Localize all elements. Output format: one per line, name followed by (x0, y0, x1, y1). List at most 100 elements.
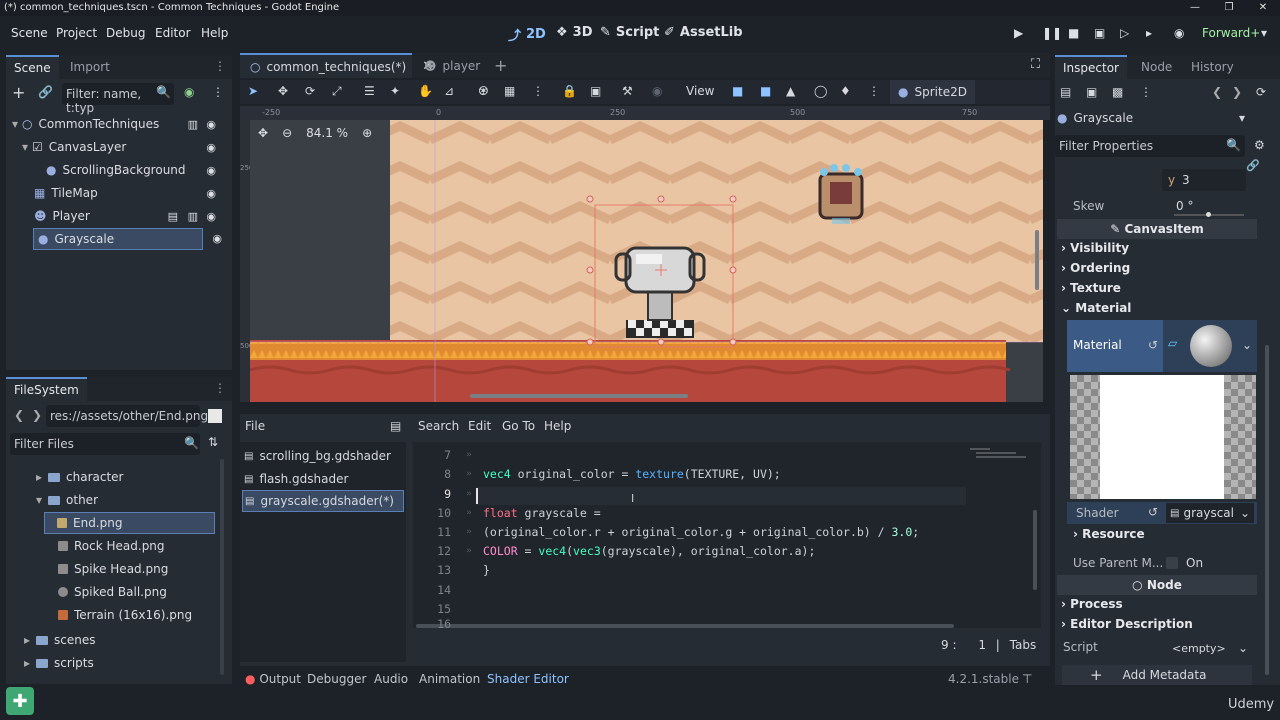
view-menu[interactable]: View (686, 84, 714, 98)
smart-snap-icon[interactable]: ♼ (478, 84, 489, 98)
scrollbar[interactable] (220, 459, 224, 675)
camera-override-icon[interactable]: ◉ (652, 84, 662, 98)
file-item-active[interactable]: ▤ grayscale.gdshader(*) (242, 490, 404, 512)
grid-snap-icon[interactable]: ▦ (504, 84, 515, 98)
filesystem-filter-input[interactable]: Filter Files (10, 433, 200, 455)
tree-node-scrollingbackground[interactable]: ● ScrollingBackground ◉ (46, 159, 226, 181)
pivot-mode-icon[interactable]: ✦ (390, 84, 400, 98)
tree-node-canvaslayer[interactable]: ▾ ☑ CanvasLayer ◉ (22, 136, 226, 158)
workspace-assetlib-button[interactable]: ✐ AssetLib (664, 25, 743, 40)
dock-menu-icon[interactable]: ⋮ (214, 381, 226, 395)
file-terrain-png[interactable]: Terrain (16x16).png (58, 604, 192, 626)
inspector-filter-input[interactable]: Filter Properties (1055, 135, 1245, 157)
menu-editor[interactable]: Editor (155, 26, 191, 40)
link-icon[interactable]: 🔗 (38, 85, 53, 99)
zoom-in-icon[interactable]: ⊕ (362, 126, 372, 140)
tab-import[interactable]: Import (62, 55, 118, 79)
workspace-3d-button[interactable]: ❖ 3D (556, 25, 593, 40)
fullscreen-icon[interactable]: ⛶ (1031, 57, 1040, 72)
script-attached-icon[interactable]: ▥ (188, 210, 198, 223)
minimize-icon[interactable]: — (1178, 0, 1212, 16)
y-field[interactable]: y 3 (1162, 169, 1246, 191)
scrollbar[interactable] (1033, 510, 1037, 590)
stop-icon[interactable]: ■ (1068, 26, 1079, 40)
zoom-level[interactable]: 84.1 % (306, 126, 348, 140)
menu-debug[interactable]: Debug (106, 26, 145, 40)
more-icon[interactable]: ⋮ (532, 84, 544, 98)
menu-help[interactable]: Help (201, 26, 228, 40)
reset-icon[interactable]: ↺ (1148, 338, 1158, 352)
tab-history[interactable]: History (1183, 55, 1242, 79)
more-icon[interactable]: ⋮ (868, 84, 880, 98)
path-field[interactable]: res://assets/other/End.png (46, 405, 208, 427)
section-texture[interactable]: › Texture (1061, 281, 1121, 295)
file-item[interactable]: ▤ flash.gdshader (244, 469, 348, 489)
section-resource[interactable]: › Resource (1073, 527, 1145, 541)
file-spike-head-png[interactable]: Spike Head.png (58, 558, 168, 580)
chevron-down-icon[interactable]: ▾ (1261, 26, 1267, 40)
pan-mode-icon[interactable]: ✋ (418, 84, 433, 98)
rotate-mode-icon[interactable]: ⟳ (305, 84, 315, 98)
folder-scripts[interactable]: ▸ scripts (24, 652, 94, 674)
close-icon[interactable]: ✕ (1246, 0, 1280, 16)
forward-icon[interactable]: ❯ (1232, 85, 1242, 99)
bone-icon[interactable]: ⚒ (622, 84, 633, 98)
filter-settings-icon[interactable]: ⚙ (1254, 138, 1265, 152)
scrollbar[interactable] (1265, 345, 1269, 675)
more-icon[interactable]: ⋮ (1140, 85, 1152, 99)
udemy-add-icon[interactable]: ✚ (6, 687, 34, 715)
visibility-eye-icon[interactable]: ◉ (206, 187, 216, 200)
select-mode-icon[interactable]: ➤ (248, 84, 258, 98)
shader-resource-picker[interactable]: ▤ grayscal ⌄ (1166, 503, 1254, 523)
play-scene-icon[interactable]: ▷ (1120, 26, 1129, 40)
link-icon[interactable]: 🔗 (1246, 159, 1260, 172)
play-icon[interactable]: ▶ (1014, 26, 1023, 40)
toggle-files-icon[interactable]: ▤ (390, 419, 401, 433)
tree-node-grayscale[interactable]: ● Grayscale (33, 228, 203, 250)
create-resource-icon[interactable]: ▤ (1060, 85, 1071, 99)
minimap[interactable] (968, 442, 1036, 470)
movie-maker-icon[interactable]: ◉ (1174, 26, 1184, 40)
insert-key-scale-icon[interactable]: ▲ (786, 84, 795, 98)
tab-audio[interactable]: Audio (374, 672, 408, 686)
visibility-eye-icon[interactable]: ◉ (206, 118, 216, 131)
menu-project[interactable]: Project (56, 26, 97, 40)
folder-scenes[interactable]: ▸ scenes (24, 629, 96, 651)
file-rock-head-png[interactable]: Rock Head.png (58, 535, 165, 557)
split-view-icon[interactable] (208, 409, 222, 423)
list-select-icon[interactable]: ☰ (364, 84, 375, 98)
menu-search[interactable]: Search (418, 419, 459, 433)
folder-other[interactable]: ▾ other (36, 489, 98, 511)
move-mode-icon[interactable]: ✥ (278, 84, 288, 98)
add-metadata-button[interactable]: + Add Metadata (1062, 665, 1252, 685)
open-scene-icon[interactable]: ▤ (168, 210, 178, 223)
file-menu[interactable]: File (245, 419, 265, 433)
visibility-eye-icon[interactable]: ◉ (206, 210, 216, 223)
insert-key-icon[interactable]: ♦ (840, 84, 851, 98)
menu-help[interactable]: Help (544, 419, 571, 433)
lock-icon[interactable]: 🔒 (562, 84, 577, 98)
forward-icon[interactable]: ❯ (32, 408, 42, 422)
skew-slider[interactable]: 0 ° (1170, 198, 1250, 218)
file-spiked-ball-png[interactable]: Spiked Ball.png (58, 581, 167, 603)
tab-scene[interactable]: Scene (6, 55, 59, 79)
open-resource-icon[interactable]: ▣ (1086, 85, 1097, 99)
scale-mode-icon[interactable]: ⤢ (332, 84, 342, 99)
tree-node-player[interactable]: ☻ Player ▤ ▥ ◉ (34, 205, 226, 227)
indent-mode[interactable]: Tabs (1010, 638, 1037, 652)
group-icon[interactable]: ▣ (590, 84, 601, 98)
section-process[interactable]: › Process (1061, 597, 1123, 611)
visibility-eye-icon[interactable]: ◉ (212, 232, 222, 245)
history-icon[interactable]: ⟳ (1256, 85, 1266, 99)
back-icon[interactable]: ❮ (14, 408, 24, 422)
menu-goto[interactable]: Go To (502, 419, 535, 433)
pause-icon[interactable]: ❚❚ (1042, 26, 1062, 40)
maximize-icon[interactable]: ❐ (1212, 0, 1246, 16)
2d-viewport[interactable]: ✥ ⊖ 84.1 % ⊕ (250, 120, 1043, 402)
node-type-label[interactable]: ● Sprite2D (890, 80, 975, 104)
script-resource-picker[interactable]: <empty> ⌄ (1166, 638, 1252, 658)
use-parent-material-checkbox[interactable]: On (1166, 556, 1203, 570)
remote-debug-icon[interactable]: ▣ (1094, 26, 1105, 40)
back-icon[interactable]: ❮ (1212, 85, 1222, 99)
section-editor-description[interactable]: › Editor Description (1061, 617, 1193, 631)
